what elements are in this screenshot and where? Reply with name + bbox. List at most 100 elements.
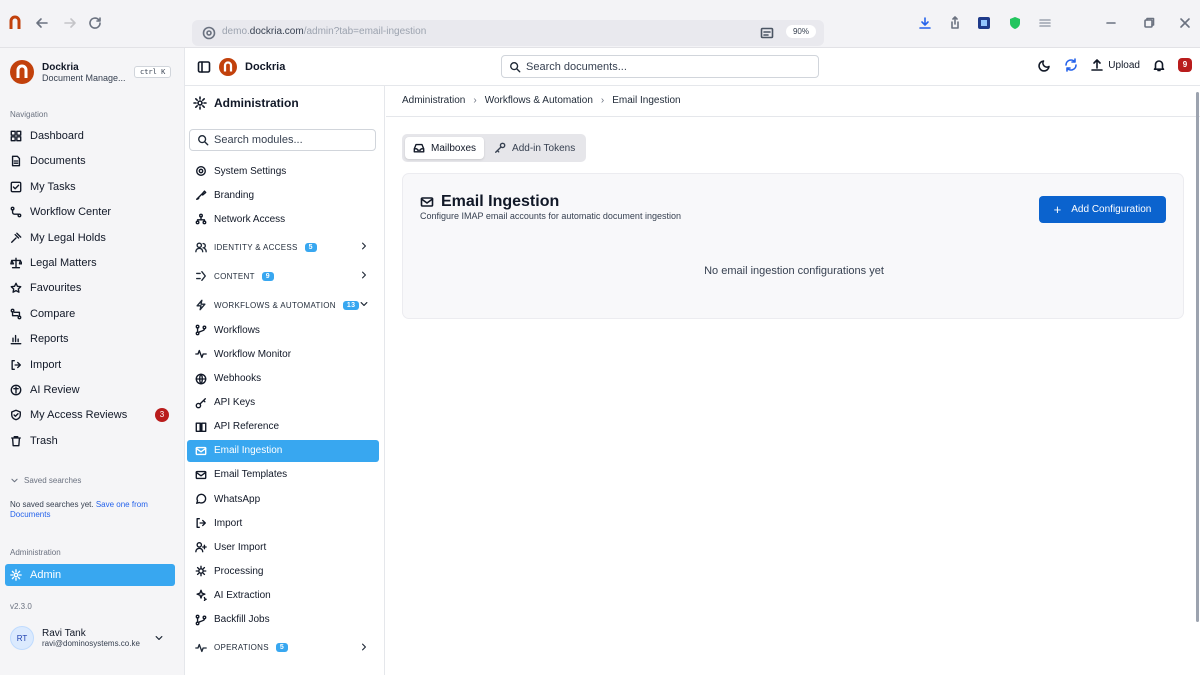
- site-info-icon[interactable]: [202, 26, 216, 40]
- module-group-workflows[interactable]: WORKFLOWS & AUTOMATION 13: [187, 294, 379, 316]
- zoom-indicator[interactable]: 90%: [785, 25, 816, 38]
- module-item-ai-extraction[interactable]: AI Extraction: [187, 584, 379, 606]
- sidebar-item-my-legal-holds[interactable]: My Legal Holds: [10, 227, 175, 249]
- document-search-input[interactable]: Search documents...: [501, 55, 819, 78]
- palette-icon: [196, 190, 207, 201]
- menu-icon[interactable]: [1038, 16, 1052, 30]
- page-subtitle: Configure IMAP email accounts for automa…: [420, 211, 681, 221]
- key-icon: [195, 397, 206, 408]
- sidebar-item-workflow-center[interactable]: Workflow Center: [10, 201, 175, 223]
- bar-chart-icon: [10, 335, 22, 345]
- module-item-user-import[interactable]: User Import: [187, 536, 379, 558]
- breadcrumb-workflows[interactable]: Workflows & Automation: [485, 95, 593, 106]
- close-icon[interactable]: [1178, 16, 1192, 30]
- command-shortcut[interactable]: ctrl K: [134, 66, 172, 78]
- chevron-right-icon: [362, 271, 366, 279]
- tab-add-in-tokens[interactable]: Add-in Tokens: [486, 137, 583, 159]
- upload-icon: [1091, 59, 1104, 71]
- sidebar-item-trash[interactable]: Trash: [10, 430, 175, 452]
- trash-icon: [11, 435, 21, 447]
- address-bar[interactable]: demo.dockria.com/admin?tab=email-ingesti…: [192, 20, 824, 46]
- sidebar-item-my-tasks[interactable]: My Tasks: [10, 176, 175, 198]
- sync-icon[interactable]: [1064, 58, 1078, 72]
- plus-icon: +: [1053, 202, 1062, 217]
- globe-icon: [195, 373, 207, 384]
- app-brand[interactable]: Dockria Document Manage...: [10, 60, 126, 84]
- module-item-network-access[interactable]: Network Access: [187, 208, 379, 230]
- app-version: v2.3.0: [10, 602, 32, 611]
- gavel-icon: [11, 232, 22, 243]
- sidebar-item-admin[interactable]: Admin: [5, 564, 175, 586]
- module-item-email-ingestion[interactable]: Email Ingestion: [187, 439, 379, 462]
- user-name: Ravi Tank: [42, 628, 86, 639]
- module-item-import[interactable]: Import: [187, 512, 379, 534]
- saved-searches-toggle[interactable]: Saved searches: [10, 476, 81, 485]
- sidebar-item-compare[interactable]: Compare: [10, 303, 175, 325]
- theme-toggle-icon[interactable]: [1038, 58, 1052, 72]
- user-menu[interactable]: RT Ravi Tank ravi@dominosystems.co.ke: [10, 626, 164, 650]
- module-item-webhooks[interactable]: Webhooks: [187, 368, 379, 390]
- back-icon[interactable]: [35, 16, 49, 30]
- module-group-content[interactable]: CONTENT 9: [187, 265, 379, 287]
- page-scrollbar[interactable]: [1196, 92, 1199, 622]
- add-configuration-button[interactable]: + Add Configuration: [1039, 196, 1166, 223]
- reload-icon[interactable]: [88, 16, 102, 30]
- module-group-operations[interactable]: OPERATIONS 5: [187, 637, 379, 659]
- module-item-branding[interactable]: Branding: [187, 184, 379, 206]
- shield-extension-icon[interactable]: [1008, 16, 1022, 30]
- upload-button[interactable]: Upload: [1090, 58, 1140, 72]
- module-item-processing[interactable]: Processing: [187, 560, 379, 582]
- nav-heading: Navigation: [10, 110, 48, 119]
- pulse-icon: [195, 643, 207, 652]
- mail-icon: [195, 470, 207, 480]
- module-panel-title: Administration: [193, 96, 299, 110]
- module-item-api-reference[interactable]: API Reference: [187, 416, 379, 438]
- content-icon: [196, 271, 206, 282]
- module-item-system-settings[interactable]: System Settings: [187, 160, 379, 182]
- check-square-icon: [10, 181, 22, 193]
- breadcrumb-current: Email Ingestion: [612, 95, 681, 106]
- module-item-workflows[interactable]: Workflows: [187, 319, 379, 341]
- module-item-api-keys[interactable]: API Keys: [187, 392, 379, 414]
- sidebar-item-documents[interactable]: Documents: [10, 150, 175, 172]
- ai-icon: [10, 384, 22, 396]
- extension-icon[interactable]: [977, 16, 991, 30]
- sidebar-item-reports[interactable]: Reports: [10, 328, 175, 350]
- import-icon: [11, 359, 21, 370]
- browser-logo-icon[interactable]: [8, 15, 22, 31]
- minimize-icon[interactable]: [1104, 16, 1118, 30]
- module-group-identity[interactable]: IDENTITY & ACCESS 5: [187, 236, 379, 258]
- group-count-badge: 5: [275, 643, 289, 653]
- module-search-input[interactable]: Search modules...: [189, 129, 376, 151]
- reader-mode-icon[interactable]: [760, 26, 774, 40]
- sidebar-item-dashboard[interactable]: Dashboard: [10, 125, 175, 147]
- group-count-badge: 9: [261, 271, 274, 281]
- search-icon: [510, 62, 521, 73]
- group-count-badge: 5: [304, 242, 317, 252]
- module-item-backfill-jobs[interactable]: Backfill Jobs: [187, 609, 379, 631]
- sidebar-item-legal-matters[interactable]: Legal Matters: [10, 252, 175, 274]
- restore-icon[interactable]: [1142, 16, 1156, 30]
- import-icon: [196, 518, 206, 529]
- sidebar-item-favourites[interactable]: Favourites: [10, 277, 175, 299]
- notification-badge[interactable]: 9: [1178, 58, 1192, 72]
- admin-module-panel: Administration Search modules... System …: [185, 86, 385, 675]
- sidebar-item-import[interactable]: Import: [10, 354, 175, 376]
- dockria-logo-icon: [10, 60, 34, 84]
- settings-icon: [196, 166, 206, 176]
- module-item-workflow-monitor[interactable]: Workflow Monitor: [187, 343, 379, 365]
- downloads-icon[interactable]: [918, 16, 932, 30]
- share-icon[interactable]: [948, 16, 962, 30]
- tab-mailboxes[interactable]: Mailboxes: [405, 137, 485, 159]
- sidebar-item-ai-review[interactable]: AI Review: [10, 379, 175, 401]
- breadcrumb-administration[interactable]: Administration: [402, 95, 465, 106]
- forward-icon[interactable]: [63, 16, 77, 30]
- module-item-email-templates[interactable]: Email Templates: [187, 464, 379, 486]
- bell-icon[interactable]: [1152, 58, 1166, 72]
- email-ingestion-card: Email Ingestion Configure IMAP email acc…: [402, 173, 1184, 319]
- module-item-whatsapp[interactable]: WhatsApp: [187, 488, 379, 510]
- sidebar-toggle-icon[interactable]: [197, 60, 211, 74]
- sidebar-item-my-access-reviews[interactable]: My Access Reviews 3: [10, 404, 175, 426]
- saved-searches-heading: Saved searches: [24, 476, 82, 485]
- saved-searches-note: No saved searches yet. Save one from Doc…: [10, 500, 148, 519]
